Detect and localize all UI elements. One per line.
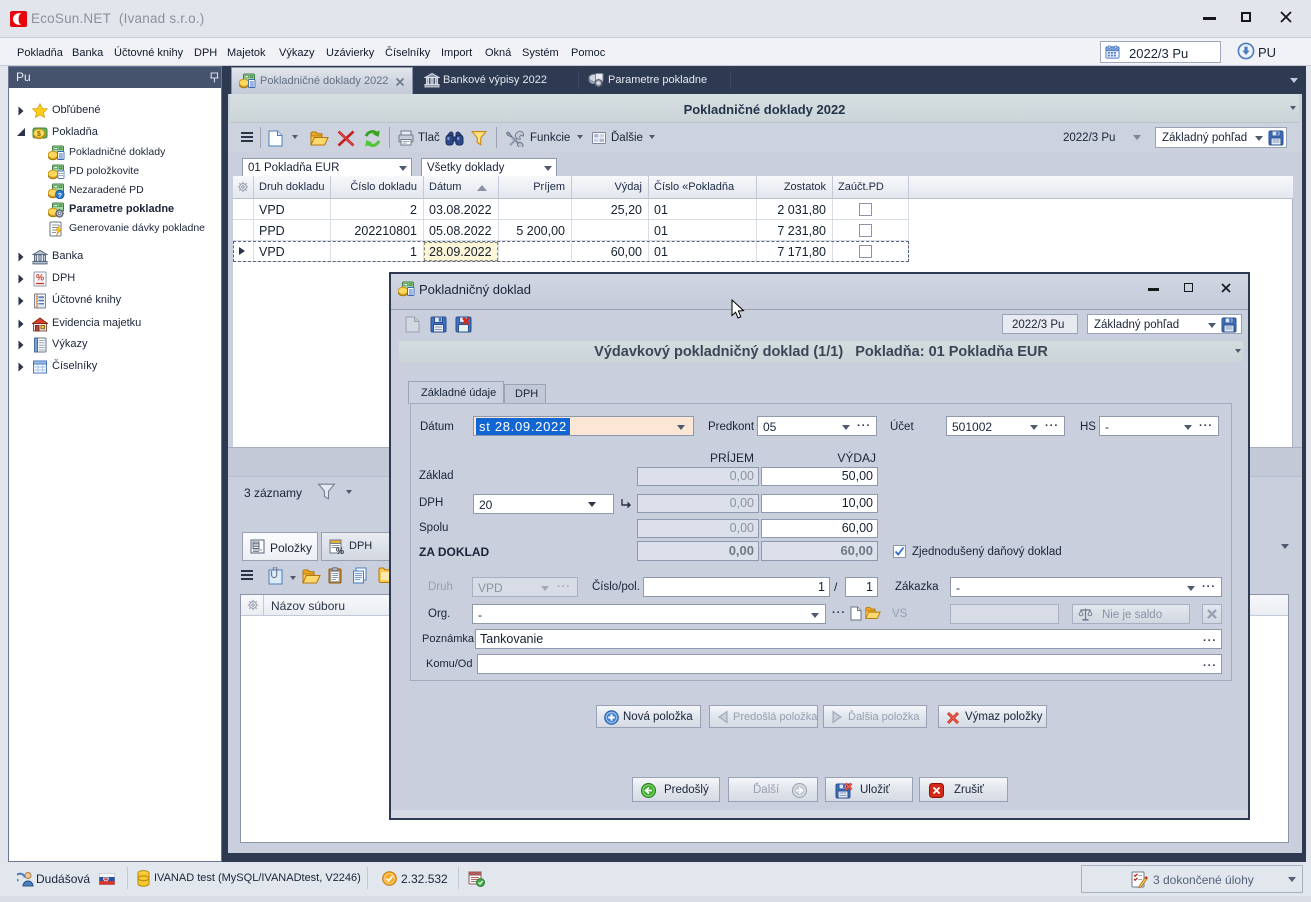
svg-text:%: % xyxy=(336,546,344,555)
svg-text:$: $ xyxy=(37,131,41,138)
svg-text:%: % xyxy=(36,273,44,283)
svg-text:?: ? xyxy=(58,192,62,199)
